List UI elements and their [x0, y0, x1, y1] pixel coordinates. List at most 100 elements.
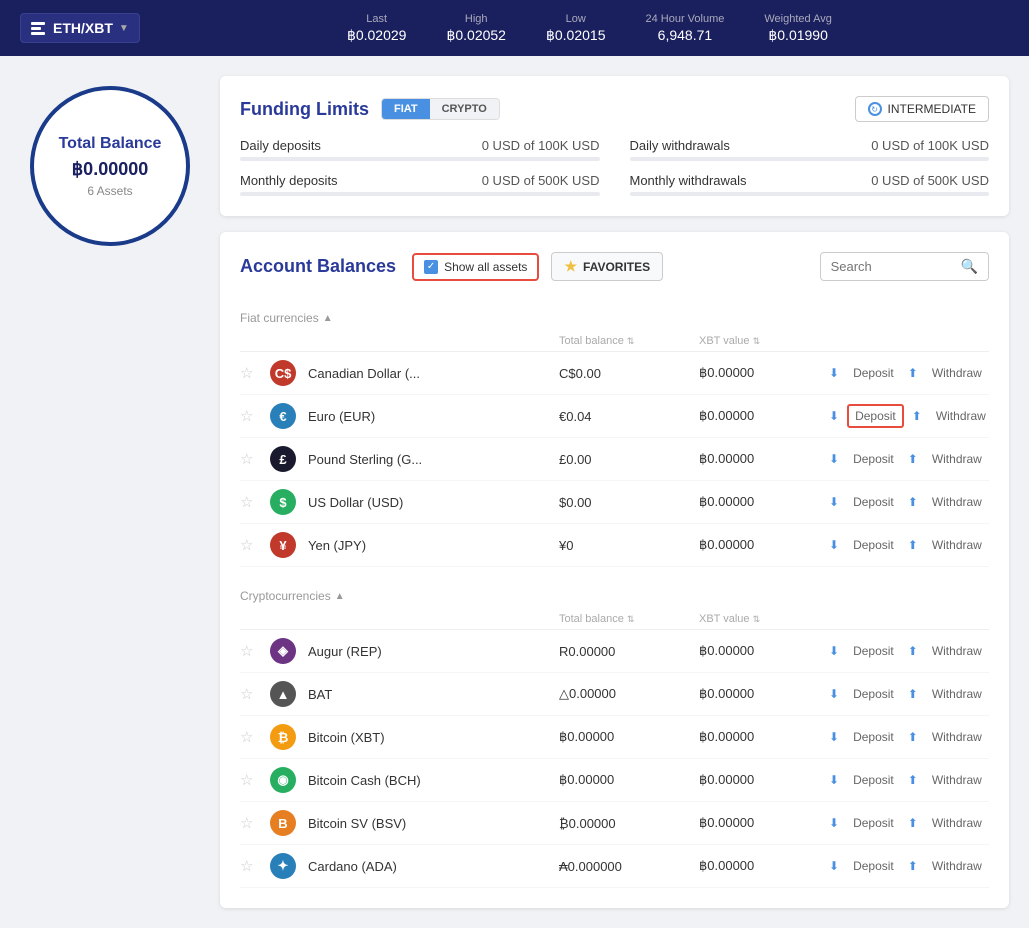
icon-cell: £	[270, 446, 300, 472]
tab-fiat[interactable]: FIAT	[382, 99, 430, 119]
stat-label: 24 Hour Volume	[645, 13, 724, 25]
tab-crypto[interactable]: CRYPTO	[430, 99, 499, 119]
crypto-withdraw-button[interactable]: Withdraw	[926, 813, 988, 833]
row-actions: ⬇ Deposit ⬆ Withdraw	[829, 449, 989, 469]
deposit-button[interactable]: Deposit	[847, 535, 900, 555]
crypto-withdraw-button[interactable]: Withdraw	[926, 684, 988, 704]
deposit-button[interactable]: Deposit	[847, 492, 900, 512]
stat-high: High฿0.02052	[446, 13, 506, 44]
icon-cell: ◉	[270, 767, 300, 793]
favorite-star-3[interactable]: ☆	[240, 494, 253, 511]
crypto-xbt-val: ฿0.00000	[699, 643, 829, 659]
deposit-button[interactable]: Deposit	[847, 449, 900, 469]
favorite-star-2[interactable]: ☆	[240, 451, 253, 468]
withdraw-button[interactable]: Withdraw	[930, 406, 992, 426]
crypto-table-row: ☆ B Bitcoin SV (BSV) ₿0.00000 ฿0.00000 ⬇…	[240, 802, 989, 845]
left-panel: Total Balance ฿0.00000 6 Assets	[20, 76, 200, 908]
show-all-button[interactable]: ✓ Show all assets	[412, 253, 539, 281]
crypto-withdraw-button[interactable]: Withdraw	[926, 641, 988, 661]
crypto-deposit-button[interactable]: Deposit	[847, 641, 900, 661]
crypto-deposit-icon: ⬇	[829, 859, 839, 873]
currency-icon: €	[270, 403, 296, 429]
pair-caret: ▼	[119, 23, 129, 34]
withdraw-button[interactable]: Withdraw	[926, 363, 988, 383]
pair-selector[interactable]: ETH/XBT ▼	[20, 13, 140, 43]
withdraw-button[interactable]: Withdraw	[926, 449, 988, 469]
favorite-star-4[interactable]: ☆	[240, 537, 253, 554]
crypto-xbt-val: ฿0.00000	[699, 686, 829, 702]
funding-row-value: 0 USD of 100K USD	[482, 138, 600, 153]
crypto-name: Cardano (ADA)	[300, 859, 559, 874]
xbt-sort-icon-crypto: ⇅	[753, 614, 761, 624]
search-input[interactable]	[831, 259, 961, 274]
crypto-withdraw-icon: ⬆	[908, 773, 918, 787]
star-cell: ☆	[240, 771, 270, 789]
crypto-favorite-star-5[interactable]: ☆	[240, 858, 253, 875]
crypto-table-row: ☆ ◉ Bitcoin Cash (BCH) ฿0.00000 ฿0.00000…	[240, 759, 989, 802]
crypto-withdraw-button[interactable]: Withdraw	[926, 727, 988, 747]
crypto-withdraw-icon: ⬆	[908, 730, 918, 744]
fiat-table-row: ☆ £ Pound Sterling (G... £0.00 ฿0.00000 …	[240, 438, 989, 481]
crypto-icon: ₿	[270, 724, 296, 750]
crypto-favorite-star-4[interactable]: ☆	[240, 815, 253, 832]
fiat-rows-container: ☆ C$ Canadian Dollar (... C$0.00 ฿0.0000…	[240, 352, 989, 567]
favorites-button[interactable]: ★ FAVORITES	[551, 252, 663, 281]
crypto-withdraw-button[interactable]: Withdraw	[926, 770, 988, 790]
crypto-deposit-button[interactable]: Deposit	[847, 813, 900, 833]
crypto-name: Augur (REP)	[300, 644, 559, 659]
crypto-favorite-star-0[interactable]: ☆	[240, 643, 253, 660]
crypto-withdraw-icon: ⬆	[908, 644, 918, 658]
tab-group: FIAT CRYPTO	[381, 98, 500, 120]
crypto-table-row: ☆ ₿ Bitcoin (XBT) ฿0.00000 ฿0.00000 ⬇ De…	[240, 716, 989, 759]
funding-title: Funding Limits	[240, 99, 369, 120]
star-cell: ☆	[240, 493, 270, 511]
fiat-sort-icon: ▲	[323, 313, 333, 324]
icon-cell: €	[270, 403, 300, 429]
funding-row-label: Daily withdrawals	[630, 138, 730, 153]
crypto-name: Bitcoin Cash (BCH)	[300, 773, 559, 788]
star-cell: ☆	[240, 407, 270, 425]
crypto-withdraw-icon: ⬆	[908, 859, 918, 873]
star-cell: ☆	[240, 685, 270, 703]
favorite-star-0[interactable]: ☆	[240, 365, 253, 382]
stat-24-hour-volume: 24 Hour Volume6,948.71	[645, 13, 724, 44]
total-balance-val: ¥0	[559, 538, 699, 553]
fiat-table-row: ☆ $ US Dollar (USD) $0.00 ฿0.00000 ⬇ Dep…	[240, 481, 989, 524]
currency-icon: ¥	[270, 532, 296, 558]
funding-limits-card: Funding Limits FIAT CRYPTO ↻ INTERMEDIAT…	[220, 76, 1009, 216]
crypto-deposit-button[interactable]: Deposit	[847, 770, 900, 790]
withdraw-button[interactable]: Withdraw	[926, 492, 988, 512]
crypto-table-row: ☆ ◈ Augur (REP) R0.00000 ฿0.00000 ⬇ Depo…	[240, 630, 989, 673]
crypto-favorite-star-1[interactable]: ☆	[240, 686, 253, 703]
deposit-icon: ⬇	[829, 366, 839, 380]
crypto-favorite-star-2[interactable]: ☆	[240, 729, 253, 746]
crypto-xbt-val: ฿0.00000	[699, 815, 829, 831]
deposit-icon: ⬇	[829, 409, 839, 423]
crypto-xbt-val: ฿0.00000	[699, 772, 829, 788]
fiat-table-row: ☆ € Euro (EUR) €0.04 ฿0.00000 ⬇ Deposit …	[240, 395, 989, 438]
crypto-deposit-button[interactable]: Deposit	[847, 727, 900, 747]
star-cell: ☆	[240, 536, 270, 554]
crypto-icon: ▲	[270, 681, 296, 707]
crypto-row-actions: ⬇ Deposit ⬆ Withdraw	[829, 813, 989, 833]
withdraw-icon: ⬆	[908, 366, 918, 380]
withdraw-icon: ⬆	[908, 495, 918, 509]
deposit-button[interactable]: Deposit	[847, 363, 900, 383]
crypto-withdraw-button[interactable]: Withdraw	[926, 856, 988, 876]
funding-row-inner: Daily deposits 0 USD of 100K USD	[240, 138, 600, 153]
crypto-deposit-button[interactable]: Deposit	[847, 684, 900, 704]
search-box: 🔍	[820, 252, 989, 281]
funding-row-inner: Daily withdrawals 0 USD of 100K USD	[630, 138, 990, 153]
star-cell: ☆	[240, 728, 270, 746]
fiat-table-row: ☆ C$ Canadian Dollar (... C$0.00 ฿0.0000…	[240, 352, 989, 395]
search-icon[interactable]: 🔍	[961, 258, 978, 275]
crypto-favorite-star-3[interactable]: ☆	[240, 772, 253, 789]
intermediate-button[interactable]: ↻ INTERMEDIATE	[855, 96, 989, 122]
stats-group: Last฿0.02029High฿0.02052Low฿0.0201524 Ho…	[170, 13, 1009, 44]
withdraw-button[interactable]: Withdraw	[926, 535, 988, 555]
stat-value: ฿0.01990	[764, 27, 831, 44]
crypto-deposit-button[interactable]: Deposit	[847, 856, 900, 876]
deposit-button[interactable]: Deposit	[847, 404, 904, 428]
crypto-name: BAT	[300, 687, 559, 702]
favorite-star-1[interactable]: ☆	[240, 408, 253, 425]
